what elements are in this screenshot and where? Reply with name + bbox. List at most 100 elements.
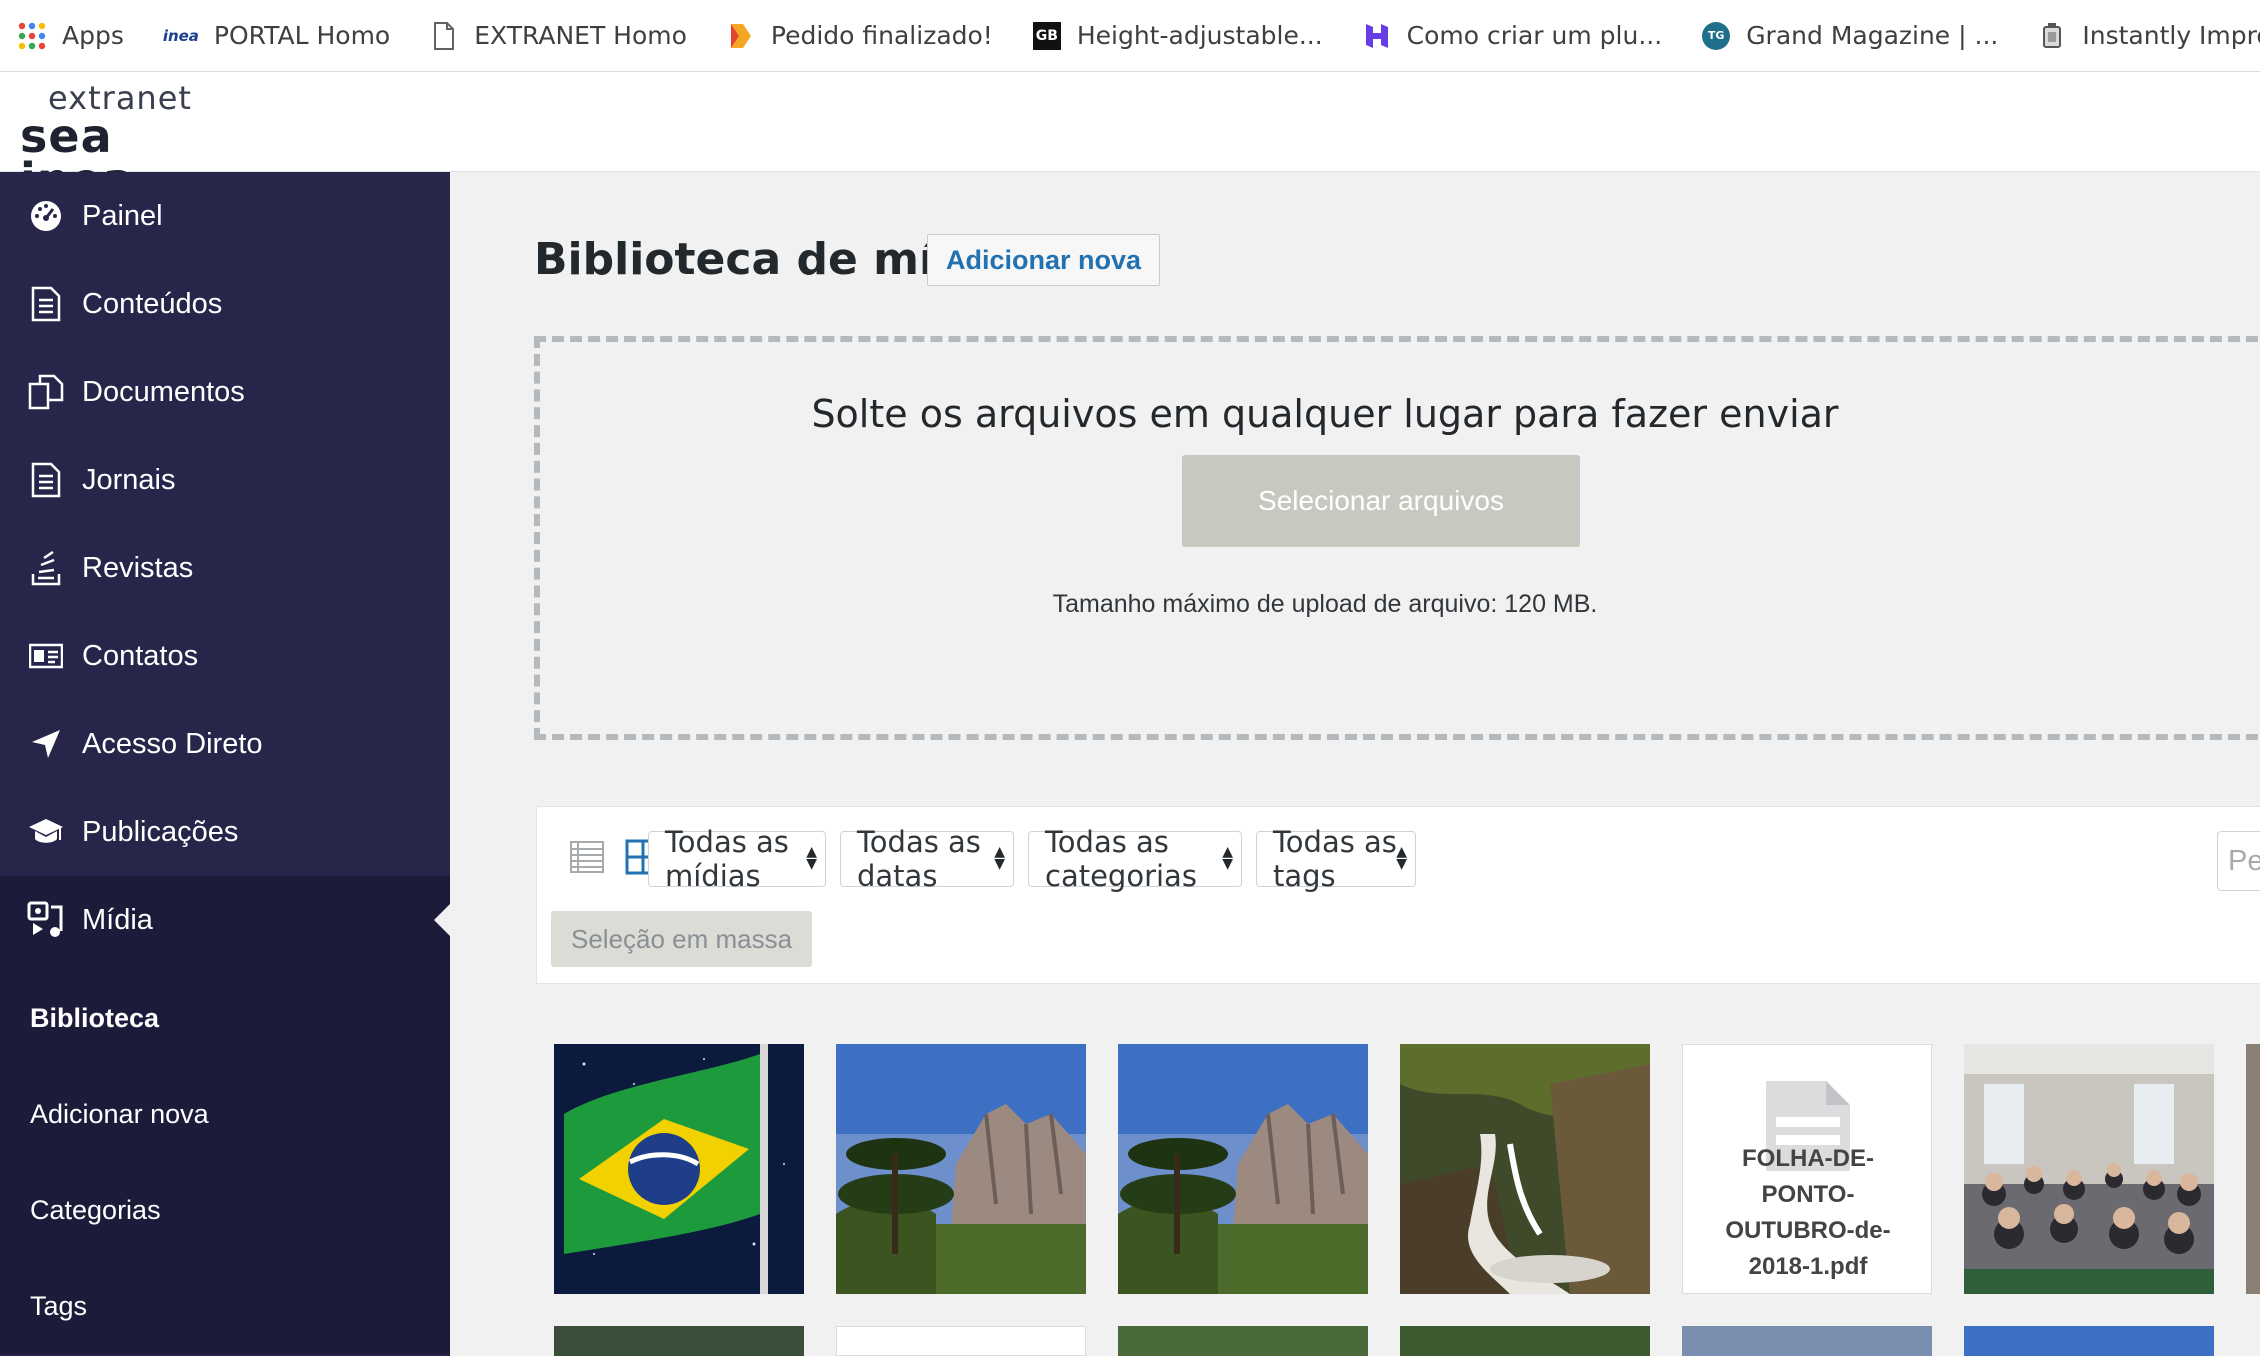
waterfall-image bbox=[1400, 1044, 1650, 1294]
sidebar-item-painel[interactable]: Painel bbox=[0, 172, 450, 260]
page-icon bbox=[430, 21, 458, 50]
media-item-classroom[interactable] bbox=[1964, 1044, 2214, 1294]
select-arrows-icon: ▲ ▼ bbox=[1222, 844, 1233, 872]
inea-icon: inea bbox=[162, 26, 199, 45]
media-item-brazil-flag[interactable] bbox=[554, 1044, 804, 1294]
submenu-item-adicionar-nova[interactable]: Adicionar nova bbox=[0, 1066, 450, 1162]
bookmark-label: PORTAL Homo bbox=[213, 21, 391, 50]
graduation-cap-icon bbox=[26, 812, 66, 852]
media-toolbar: Todas as mídias ▲ ▼ Todas as datas ▲ ▼ Tod… bbox=[536, 806, 2260, 984]
bookmark-apps[interactable]: Apps bbox=[18, 21, 124, 50]
sidebar-item-label: Acesso Direto bbox=[82, 727, 263, 760]
upload-dropzone[interactable]: Solte os arquivos em qualquer lugar para… bbox=[534, 336, 2260, 740]
media-item-partial[interactable] bbox=[2246, 1044, 2260, 1294]
lantern-icon bbox=[2038, 22, 2066, 50]
magazine-stack-icon bbox=[26, 548, 66, 588]
media-item-pdf[interactable]: FOLHA-DE- PONTO- OUTUBRO-de- 2018-1.pdf bbox=[1682, 1044, 1932, 1294]
bookmark-pedido-finalizado[interactable]: Pedido finalizado! bbox=[727, 21, 993, 50]
submenu-item-categorias[interactable]: Categorias bbox=[0, 1162, 450, 1258]
bookmark-extranet-homo[interactable]: EXTRANET Homo bbox=[430, 21, 687, 50]
bookmarks-bar: Apps inea PORTAL Homo EXTRANET Homo Pedi… bbox=[0, 0, 2260, 72]
sidebar-item-jornais[interactable]: Jornais bbox=[0, 436, 450, 524]
filter-dates[interactable]: Todas as datas ▲ ▼ bbox=[840, 825, 1014, 893]
select-arrows-icon: ▲ ▼ bbox=[1396, 844, 1407, 872]
search-placeholder: Pe bbox=[2228, 844, 2260, 877]
media-item-row2-4[interactable] bbox=[1400, 1326, 1650, 1356]
bookmark-portal-homo[interactable]: inea PORTAL Homo bbox=[162, 21, 391, 50]
bookmark-grand-magazine[interactable]: TG Grand Magazine | ... bbox=[1702, 21, 1998, 50]
media-item-waterfall[interactable] bbox=[1400, 1044, 1650, 1294]
media-item-mountain-2[interactable] bbox=[1118, 1044, 1368, 1294]
filter-media-type-value: Todas as mídias bbox=[665, 825, 789, 893]
filter-tags[interactable]: Todas as tags ▲ ▼ bbox=[1256, 825, 1416, 893]
list-view-icon[interactable] bbox=[569, 839, 605, 875]
gb-icon: GB bbox=[1032, 21, 1061, 50]
filter-dates-value: Todas as datas bbox=[857, 825, 981, 893]
main-content: Biblioteca de mídia Adicionar nova Solte… bbox=[450, 172, 2260, 1356]
dropzone-title: Solte os arquivos em qualquer lugar para… bbox=[811, 392, 1839, 436]
submenu-item-tags[interactable]: Tags bbox=[0, 1258, 450, 1354]
mountain-image bbox=[1118, 1044, 1368, 1294]
sidebar-item-publicacoes[interactable]: Publicações bbox=[0, 788, 450, 876]
max-upload-size: Tamanho máximo de upload de arquivo: 120… bbox=[1052, 590, 1598, 618]
sidebar-item-conteudos[interactable]: Conteúdos bbox=[0, 260, 450, 348]
bookmark-como-criar[interactable]: Como criar um plu... bbox=[1363, 21, 1663, 50]
newspaper-icon bbox=[26, 460, 66, 500]
bookmark-label: Apps bbox=[62, 21, 124, 50]
media-submenu: Biblioteca Adicionar nova Categorias Tag… bbox=[0, 964, 450, 1354]
sidebar-item-label: Revistas bbox=[82, 551, 194, 584]
dashboard-icon bbox=[26, 196, 66, 236]
flag-image bbox=[554, 1044, 804, 1294]
admin-sidebar: Painel Conteúdos Documentos Jornais Revi… bbox=[0, 172, 450, 1356]
site-header: extranet sea inea bbox=[0, 72, 2260, 203]
pdf-file-name: FOLHA-DE- PONTO- OUTUBRO-de- 2018-1.pdf bbox=[1725, 1145, 1891, 1280]
add-new-button[interactable]: Adicionar nova bbox=[927, 234, 1161, 286]
apps-grid-icon bbox=[18, 22, 46, 50]
contact-card-icon bbox=[26, 636, 66, 676]
filter-media-type[interactable]: Todas as mídias ▲ ▼ bbox=[648, 825, 826, 893]
media-item-row2-1[interactable] bbox=[554, 1326, 804, 1356]
bookmark-label: Instantly Improve ... bbox=[2082, 21, 2260, 50]
mountain-image bbox=[836, 1044, 1086, 1294]
sidebar-item-label: Contatos bbox=[82, 639, 199, 672]
media-item-mountain-1[interactable] bbox=[836, 1044, 1086, 1294]
filter-categories[interactable]: Todas as categorias ▲ ▼ bbox=[1028, 825, 1242, 893]
select-arrows-icon: ▲ ▼ bbox=[806, 844, 817, 872]
filter-categories-value: Todas as categorias bbox=[1045, 825, 1197, 893]
bulk-select-button[interactable]: Seleção em massa bbox=[551, 911, 813, 967]
sidebar-item-label: Documentos bbox=[82, 375, 245, 408]
sidebar-item-label: Jornais bbox=[82, 463, 176, 496]
sidebar-item-label: Conteúdos bbox=[82, 287, 223, 320]
select-files-button[interactable]: Selecionar arquivos bbox=[1182, 455, 1580, 547]
media-search-input[interactable]: Pe bbox=[2217, 831, 2260, 891]
sidebar-item-revistas[interactable]: Revistas bbox=[0, 524, 450, 612]
tg-icon: TG bbox=[1702, 21, 1731, 50]
sidebar-item-label: Painel bbox=[82, 199, 163, 232]
documents-copy-icon bbox=[26, 372, 66, 412]
select-arrows-icon: ▲ ▼ bbox=[994, 844, 1005, 872]
sidebar-item-contatos[interactable]: Contatos bbox=[0, 612, 450, 700]
sidebar-item-documentos[interactable]: Documentos bbox=[0, 348, 450, 436]
bookmark-label: Height-adjustable... bbox=[1076, 21, 1323, 50]
sidebar-item-label: Publicações bbox=[82, 815, 239, 848]
bookmark-label: EXTRANET Homo bbox=[474, 21, 687, 50]
bookmark-label: Pedido finalizado! bbox=[770, 21, 993, 50]
submenu-item-biblioteca[interactable]: Biblioteca bbox=[0, 970, 450, 1066]
hostinger-icon bbox=[1363, 22, 1391, 50]
media-item-row2-5[interactable] bbox=[1682, 1326, 1932, 1356]
filter-tags-value: Todas as tags bbox=[1273, 825, 1397, 893]
sidebar-item-midia[interactable]: Mídia bbox=[0, 876, 450, 964]
media-item-row2-6[interactable] bbox=[1964, 1326, 2214, 1356]
document-icon bbox=[26, 284, 66, 324]
bookmark-label: Grand Magazine | ... bbox=[1746, 21, 1999, 50]
bookmark-orange-icon bbox=[727, 22, 755, 50]
bookmark-label: Como criar um plu... bbox=[1406, 21, 1663, 50]
sidebar-item-label: Mídia bbox=[82, 903, 153, 936]
media-item-row2-3[interactable] bbox=[1118, 1326, 1368, 1356]
bookmark-instantly-improve[interactable]: Instantly Improve ... bbox=[2038, 21, 2260, 50]
location-arrow-icon bbox=[26, 724, 66, 764]
sidebar-item-acesso-direto[interactable]: Acesso Direto bbox=[0, 700, 450, 788]
media-icon bbox=[26, 900, 66, 940]
bookmark-height-adjustable[interactable]: GB Height-adjustable... bbox=[1032, 21, 1323, 50]
media-item-row2-2[interactable] bbox=[836, 1326, 1086, 1356]
